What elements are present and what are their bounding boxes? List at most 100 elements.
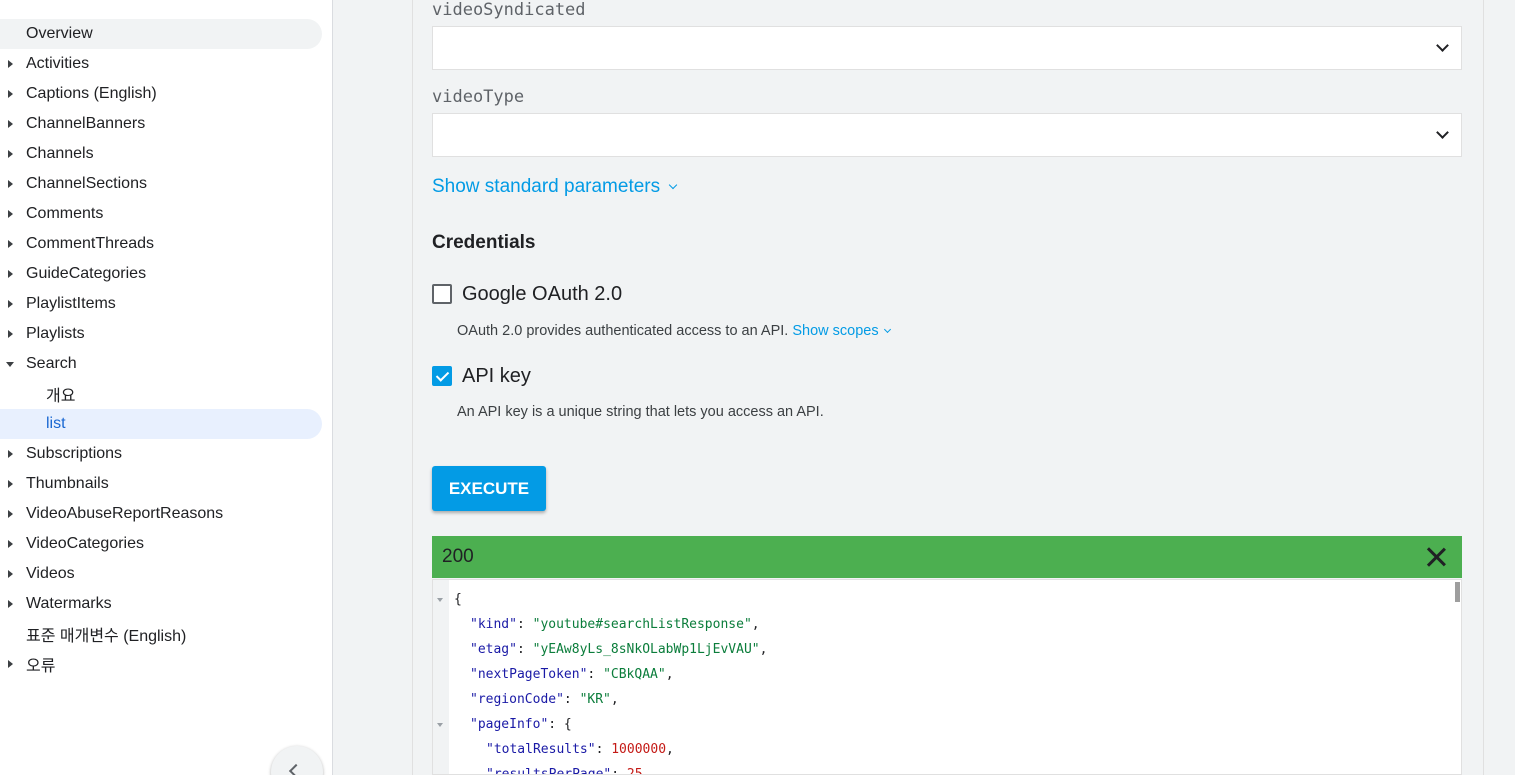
sidebar-item-label: Comments xyxy=(26,205,104,222)
sidebar-item-label: Subscriptions xyxy=(26,445,123,462)
sidebar-item[interactable]: 표준 매개변수 (English) xyxy=(0,619,322,649)
caret-right-icon xyxy=(8,480,13,488)
sidebar-item[interactable]: VideoAbuseReportReasons xyxy=(0,499,322,529)
json-string: "KR" xyxy=(579,692,611,707)
code-line: "totalResults": 1000000, xyxy=(486,742,674,757)
sidebar-item[interactable]: Captions (English) xyxy=(0,79,322,109)
api-key-checkbox[interactable] xyxy=(432,366,452,386)
caret-right-icon xyxy=(8,510,13,518)
code-line: "regionCode": "KR", xyxy=(470,692,619,707)
execute-button[interactable]: EXECUTE xyxy=(432,466,546,511)
video-type-select[interactable] xyxy=(432,113,1462,157)
sidebar-item[interactable]: Overview xyxy=(0,19,322,49)
oauth-description-text: OAuth 2.0 provides authenticated access … xyxy=(457,323,789,339)
show-scopes-label: Show scopes xyxy=(792,323,879,339)
sidebar-item[interactable]: Playlists xyxy=(0,319,322,349)
sidebar-item[interactable]: Search xyxy=(0,349,322,379)
oauth-checkbox[interactable] xyxy=(432,284,452,304)
caret-down-icon xyxy=(6,362,14,367)
param-label-video-syndicated: videoSyndicated xyxy=(432,0,586,20)
sidebar-item[interactable]: Comments xyxy=(0,199,322,229)
caret-right-icon xyxy=(8,450,13,458)
json-string: "yEAw8yLs_8sNkOLabWp1LjEvVAU" xyxy=(532,642,760,657)
fold-toggle-icon[interactable] xyxy=(437,598,443,602)
show-standard-parameters-link[interactable]: Show standard parameters xyxy=(432,176,678,198)
api-key-description: An API key is a unique string that lets … xyxy=(457,404,824,420)
json-number: 25 xyxy=(626,767,643,775)
sidebar-item[interactable]: CommentThreads xyxy=(0,229,322,259)
sidebar-item-label: 개요 xyxy=(46,388,76,405)
sidebar-item[interactable]: Activities xyxy=(0,49,322,79)
json-punctuation: , xyxy=(610,692,619,707)
json-key: "totalResults" xyxy=(486,742,596,757)
sidebar-item-label: Channels xyxy=(26,145,94,162)
json-punctuation: , xyxy=(665,667,674,682)
sidebar-item-label: list xyxy=(46,415,66,432)
sidebar-item-label: 표준 매개변수 (English) xyxy=(26,628,187,645)
caret-right-icon xyxy=(8,90,13,98)
sidebar-item[interactable]: Channels xyxy=(0,139,322,169)
sidebar-item-label: 오류 xyxy=(26,658,56,675)
sidebar-item[interactable]: Watermarks xyxy=(0,589,322,619)
caret-right-icon xyxy=(8,270,13,278)
caret-right-icon xyxy=(8,120,13,128)
sidebar-item-label: ChannelSections xyxy=(26,175,147,192)
json-key: "pageInfo" xyxy=(470,717,549,732)
sidebar-item[interactable]: PlaylistItems xyxy=(0,289,322,319)
code-line: "etag": "yEAw8yLs_8sNkOLabWp1LjEvVAU", xyxy=(470,642,767,657)
sidebar-item[interactable]: 오류 xyxy=(0,649,322,679)
sidebar-item[interactable]: ChannelBanners xyxy=(0,109,322,139)
video-syndicated-select[interactable] xyxy=(432,26,1462,70)
chevron-down-icon xyxy=(883,325,891,334)
json-key: "etag" xyxy=(470,642,517,657)
oauth-description: OAuth 2.0 provides authenticated access … xyxy=(457,323,891,339)
sidebar-item-label: Captions (English) xyxy=(26,85,157,102)
caret-right-icon xyxy=(8,300,13,308)
sidebar-item-label: ChannelBanners xyxy=(26,115,146,132)
sidebar-item-label: GuideCategories xyxy=(26,265,147,282)
sidebar-item-label: Search xyxy=(26,355,77,372)
response-body[interactable]: { "kind": "youtube#searchListResponse", "e… xyxy=(432,579,1462,775)
chevron-down-icon xyxy=(668,180,678,190)
caret-right-icon xyxy=(8,540,13,548)
collapse-sidebar-button[interactable] xyxy=(271,746,323,775)
sidebar-item[interactable]: ChannelSections xyxy=(0,169,322,199)
caret-right-icon xyxy=(8,330,13,338)
code-gutter xyxy=(433,580,449,774)
caret-right-icon xyxy=(8,210,13,218)
sidebar-item[interactable]: 개요 xyxy=(0,379,322,409)
response-status-bar: 200 xyxy=(432,536,1462,578)
sidebar-item[interactable]: Videos xyxy=(0,559,322,589)
param-label-video-type: videoType xyxy=(432,87,525,107)
sidebar-item[interactable]: VideoCategories xyxy=(0,529,322,559)
caret-right-icon xyxy=(8,150,13,158)
json-punctuation: : xyxy=(563,692,580,707)
sidebar-item-label: Videos xyxy=(26,565,75,582)
credentials-heading: Credentials xyxy=(432,232,536,253)
chevron-down-icon xyxy=(1436,126,1449,139)
caret-right-icon xyxy=(8,240,13,248)
sidebar-item[interactable]: list xyxy=(0,409,322,439)
response-status-code: 200 xyxy=(442,546,474,567)
fold-toggle-icon[interactable] xyxy=(437,723,443,727)
json-punctuation: , xyxy=(666,742,674,757)
code-line: "nextPageToken": "CBkQAA", xyxy=(470,667,674,682)
sidebar-item-label: CommentThreads xyxy=(26,235,155,252)
sidebar-item[interactable]: Subscriptions xyxy=(0,439,322,469)
json-punctuation: : xyxy=(516,642,533,657)
show-scopes-link[interactable]: Show scopes xyxy=(792,323,891,339)
close-icon[interactable] xyxy=(1426,547,1446,567)
scrollbar[interactable] xyxy=(1455,582,1460,602)
sidebar-item-label: Activities xyxy=(26,55,90,72)
code-line: { xyxy=(454,592,462,607)
json-string: "youtube#searchListResponse" xyxy=(532,617,752,632)
show-standard-parameters-label: Show standard parameters xyxy=(432,176,661,197)
json-punctuation: : xyxy=(611,767,627,775)
sidebar: Overview Activities Captions (English) Chan… xyxy=(0,0,333,775)
chevron-left-icon xyxy=(288,763,304,775)
json-punctuation: : { xyxy=(548,717,572,732)
code-line: "kind": "youtube#searchListResponse", xyxy=(470,617,760,632)
sidebar-item[interactable]: Thumbnails xyxy=(0,469,322,499)
code-line: "pageInfo": { xyxy=(470,717,572,732)
sidebar-item[interactable]: GuideCategories xyxy=(0,259,322,289)
